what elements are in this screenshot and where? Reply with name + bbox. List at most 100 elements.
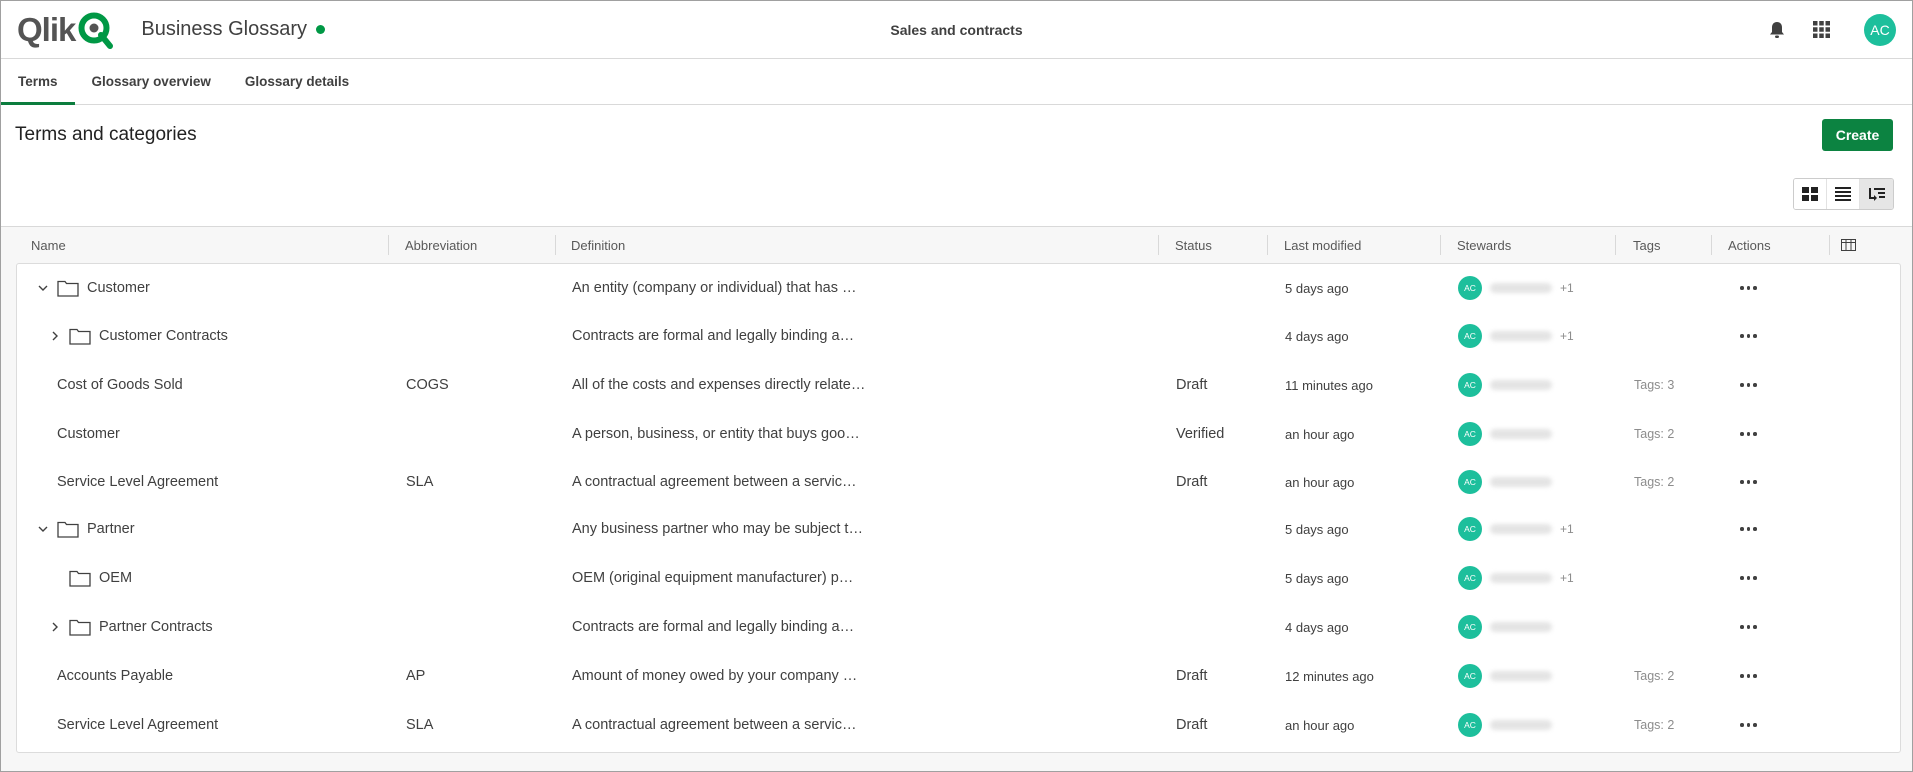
name-cell: Service Level Agreement bbox=[57, 701, 218, 749]
tags[interactable]: Tags: 2 bbox=[1634, 458, 1674, 506]
column-header-last-modified[interactable]: Last modified bbox=[1284, 227, 1361, 263]
column-picker-button[interactable] bbox=[1841, 227, 1856, 263]
more-actions-button[interactable] bbox=[1740, 432, 1757, 436]
column-resize-handle[interactable] bbox=[1440, 235, 1441, 255]
steward-extra-count[interactable]: +1 bbox=[1560, 571, 1574, 585]
tags[interactable]: Tags: 2 bbox=[1634, 410, 1674, 458]
tab-terms[interactable]: Terms bbox=[1, 59, 75, 105]
steward-avatar[interactable]: AC bbox=[1458, 664, 1482, 688]
expand-toggle[interactable] bbox=[37, 523, 49, 535]
bell-icon bbox=[1770, 21, 1784, 38]
category-row[interactable]: Partner Contracts Contracts are formal a… bbox=[17, 603, 1900, 651]
more-actions-button[interactable] bbox=[1740, 480, 1757, 484]
name-cell: Partner bbox=[37, 505, 135, 553]
term-name[interactable]: Service Level Agreement bbox=[57, 717, 218, 733]
qlik-logo[interactable]: Qlik bbox=[17, 10, 115, 50]
more-icon-dot bbox=[1753, 723, 1757, 727]
term-name[interactable]: Customer Contracts bbox=[99, 328, 228, 344]
term-name[interactable]: Customer bbox=[87, 280, 150, 296]
steward-name-redacted bbox=[1490, 283, 1552, 293]
term-row[interactable]: Service Level Agreement SLA A contractua… bbox=[17, 701, 1900, 749]
column-resize-handle[interactable] bbox=[388, 235, 389, 255]
column-header-name[interactable]: Name bbox=[31, 227, 66, 263]
tags[interactable]: Tags: 2 bbox=[1634, 701, 1674, 749]
more-icon-dot bbox=[1740, 723, 1744, 727]
expand-toggle[interactable] bbox=[49, 621, 61, 633]
steward-avatar[interactable]: AC bbox=[1458, 566, 1482, 590]
steward-avatar[interactable]: AC bbox=[1458, 422, 1482, 446]
more-actions-button[interactable] bbox=[1740, 527, 1757, 531]
name-cell: Customer Contracts bbox=[49, 312, 228, 360]
table-columns-icon bbox=[1841, 239, 1856, 251]
last-modified: an hour ago bbox=[1285, 474, 1355, 490]
term-name[interactable]: OEM bbox=[99, 570, 132, 586]
term-row[interactable]: Cost of Goods Sold COGS All of the costs… bbox=[17, 361, 1900, 409]
tags[interactable]: Tags: 3 bbox=[1634, 361, 1674, 409]
more-icon-dot bbox=[1753, 527, 1757, 531]
user-avatar[interactable]: AC bbox=[1864, 13, 1896, 46]
steward-extra-count[interactable]: +1 bbox=[1560, 281, 1574, 295]
column-resize-handle[interactable] bbox=[1711, 235, 1712, 255]
term-name[interactable]: Partner Contracts bbox=[99, 619, 213, 635]
page-title: Terms and categories bbox=[15, 124, 197, 145]
actions-cell bbox=[1740, 701, 1757, 749]
more-actions-button[interactable] bbox=[1740, 383, 1757, 387]
category-row[interactable]: OEM OEM (original equipment manufacturer… bbox=[17, 554, 1900, 602]
more-actions-button[interactable] bbox=[1740, 674, 1757, 678]
list-view-button[interactable] bbox=[1827, 179, 1860, 209]
grid-view-button[interactable] bbox=[1794, 179, 1827, 209]
category-row[interactable]: Customer An entity (company or individua… bbox=[17, 264, 1900, 312]
term-row[interactable]: Customer A person, business, or entity t… bbox=[17, 410, 1900, 458]
column-resize-handle[interactable] bbox=[1615, 235, 1616, 255]
stewards: AC bbox=[1458, 603, 1560, 651]
notifications-button[interactable] bbox=[1766, 19, 1788, 41]
steward-avatar[interactable]: AC bbox=[1458, 470, 1482, 494]
definition: A contractual agreement between a servic… bbox=[572, 474, 857, 490]
term-name[interactable]: Cost of Goods Sold bbox=[57, 377, 183, 393]
column-resize-handle[interactable] bbox=[1267, 235, 1268, 255]
category-row[interactable]: Partner Any business partner who may be … bbox=[17, 505, 1900, 553]
glossary-name-text: Sales and contracts bbox=[890, 21, 1023, 38]
column-header-tags[interactable]: Tags bbox=[1633, 227, 1660, 263]
stewards: AC +1 bbox=[1458, 264, 1574, 312]
create-button[interactable]: Create bbox=[1822, 119, 1893, 151]
column-resize-handle[interactable] bbox=[1829, 235, 1830, 255]
more-actions-button[interactable] bbox=[1740, 576, 1757, 580]
chevron-right-icon bbox=[52, 622, 58, 632]
steward-avatar[interactable]: AC bbox=[1458, 276, 1482, 300]
more-actions-button[interactable] bbox=[1740, 723, 1757, 727]
expand-toggle[interactable] bbox=[49, 330, 61, 342]
steward-extra-count[interactable]: +1 bbox=[1560, 329, 1574, 343]
steward-avatar[interactable]: AC bbox=[1458, 373, 1482, 397]
category-row[interactable]: Customer Contracts Contracts are formal … bbox=[17, 312, 1900, 360]
term-name[interactable]: Customer bbox=[57, 426, 120, 442]
tab-glossary-overview[interactable]: Glossary overview bbox=[75, 59, 228, 104]
logo-text: Qlik bbox=[17, 11, 76, 48]
column-header-definition[interactable]: Definition bbox=[571, 227, 625, 263]
term-name[interactable]: Partner bbox=[87, 521, 135, 537]
more-actions-button[interactable] bbox=[1740, 625, 1757, 629]
expand-toggle[interactable] bbox=[37, 282, 49, 294]
app-launcher-button[interactable] bbox=[1810, 19, 1832, 41]
more-icon-dot bbox=[1753, 625, 1757, 629]
term-name[interactable]: Service Level Agreement bbox=[57, 474, 218, 490]
term-name[interactable]: Accounts Payable bbox=[57, 668, 173, 684]
steward-avatar[interactable]: AC bbox=[1458, 713, 1482, 737]
status: Draft bbox=[1176, 474, 1208, 490]
column-header-status[interactable]: Status bbox=[1175, 227, 1212, 263]
more-actions-button[interactable] bbox=[1740, 334, 1757, 338]
tree-view-button[interactable] bbox=[1860, 179, 1893, 209]
column-header-stewards[interactable]: Stewards bbox=[1457, 227, 1511, 263]
tab-glossary-details[interactable]: Glossary details bbox=[228, 59, 366, 104]
term-row[interactable]: Accounts Payable AP Amount of money owed… bbox=[17, 652, 1900, 700]
tags[interactable]: Tags: 2 bbox=[1634, 652, 1674, 700]
column-resize-handle[interactable] bbox=[1158, 235, 1159, 255]
steward-avatar[interactable]: AC bbox=[1458, 517, 1482, 541]
steward-avatar[interactable]: AC bbox=[1458, 324, 1482, 348]
term-row[interactable]: Service Level Agreement SLA A contractua… bbox=[17, 458, 1900, 506]
steward-avatar[interactable]: AC bbox=[1458, 615, 1482, 639]
column-header-abbreviation[interactable]: Abbreviation bbox=[405, 227, 477, 263]
steward-extra-count[interactable]: +1 bbox=[1560, 522, 1574, 536]
column-resize-handle[interactable] bbox=[555, 235, 556, 255]
more-actions-button[interactable] bbox=[1740, 286, 1757, 290]
